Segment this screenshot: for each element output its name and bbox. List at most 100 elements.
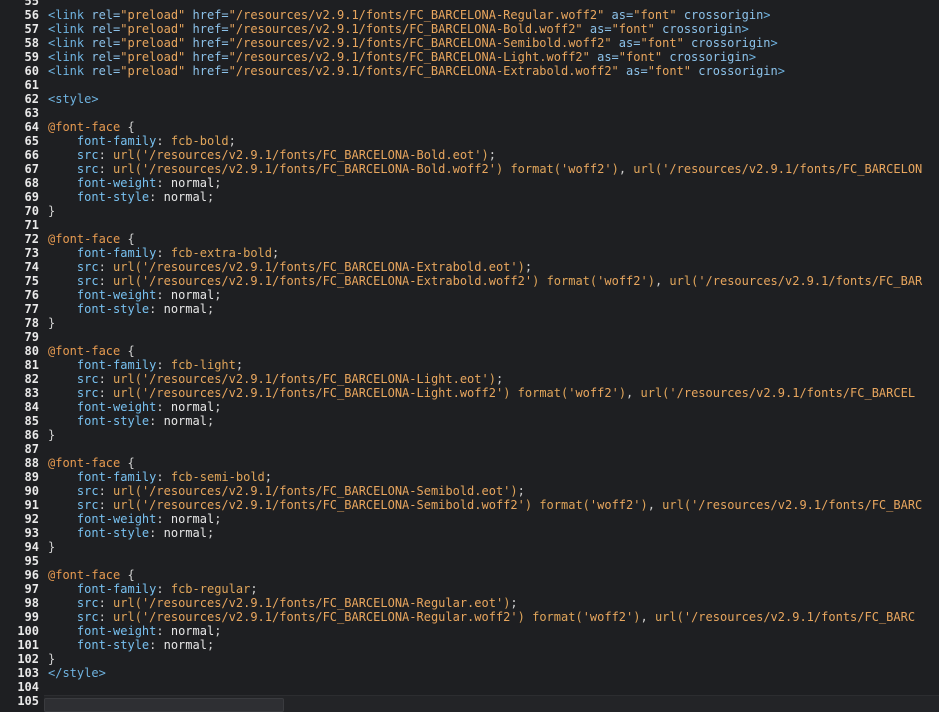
code-line[interactable]: 81 font-family: fcb-light;: [0, 358, 939, 372]
code-line[interactable]: 103 </style>: [0, 666, 939, 680]
code-token: {: [120, 120, 135, 134]
code-token: ;: [510, 596, 518, 610]
code-line[interactable]: 94}: [0, 540, 939, 554]
code-line[interactable]: 68 font-weight: normal;: [0, 176, 939, 190]
code-token: ;: [206, 638, 215, 652]
code-line[interactable]: 65 font-family: fcb-bold;: [0, 134, 939, 148]
code-line[interactable]: 55: [0, 0, 939, 8]
code-line[interactable]: 89 font-family: fcb-semi-bold;: [0, 470, 939, 484]
code-token: rel=: [84, 8, 121, 22]
code-line[interactable]: 100 font-weight: normal;: [0, 624, 939, 638]
code-line[interactable]: 66 src: url('/resources/v2.9.1/fonts/FC_…: [0, 148, 939, 162]
code-token: url(: [113, 610, 142, 624]
code-line[interactable]: 75 src: url('/resources/v2.9.1/fonts/FC_…: [0, 274, 939, 288]
code-token: @font-face: [48, 456, 121, 470]
code-line[interactable]: 61: [0, 78, 939, 92]
code-token: ): [640, 498, 648, 512]
code-token: ): [633, 610, 641, 624]
code-line[interactable]: 63: [0, 106, 939, 120]
line-number: 89: [24, 470, 39, 484]
code-area[interactable]: 55 56 <link rel="preload" href="/resources…: [0, 0, 939, 708]
code-line[interactable]: 64 @font-face {: [0, 120, 939, 134]
code-token: <link: [48, 64, 85, 78]
code-token: "/resources/v2.9.1/fonts/FC_BARCELONA-Re…: [228, 8, 605, 22]
code-line[interactable]: 72 @font-face {: [0, 232, 939, 246]
line-number: 93: [24, 526, 39, 540]
code-token: :: [98, 148, 114, 162]
code-token: normal: [163, 526, 207, 540]
code-token: font-weight: [76, 512, 157, 526]
code-line[interactable]: 62 <style>: [0, 92, 939, 106]
code-line[interactable]: 69 font-style: normal;: [0, 190, 939, 204]
code-line[interactable]: 79: [0, 330, 939, 344]
code-token: '/resources/v2.9.1/fonts/FC_BARCELONA-Ex…: [141, 274, 533, 288]
code-token: url(: [662, 498, 692, 512]
code-line[interactable]: 96 @font-face {: [0, 568, 939, 582]
code-line[interactable]: 80 @font-face {: [0, 344, 939, 358]
code-token: <link: [48, 22, 85, 36]
code-token: :: [149, 638, 164, 652]
code-line[interactable]: 56 <link rel="preload" href="/resources/v…: [0, 8, 939, 22]
line-text: @font-face {: [39, 232, 939, 246]
code-token: href=: [185, 36, 229, 50]
code-line[interactable]: 76 font-weight: normal;: [0, 288, 939, 302]
code-token: '/resources/v2.9.1/fonts/FC_BARCELONA-Li…: [141, 372, 489, 386]
line-number: 82: [24, 372, 39, 386]
code-line[interactable]: 59 <link rel="preload" href="/resources/v…: [0, 50, 939, 64]
code-line[interactable]: 87: [0, 442, 939, 456]
line-number: 74: [24, 260, 39, 274]
line-text: [39, 218, 939, 232]
code-line[interactable]: 97 font-family: fcb-regular;: [0, 582, 939, 596]
code-token: "/resources/v2.9.1/fonts/FC_BARCELONA-Ex…: [228, 64, 619, 78]
code-line[interactable]: 88 @font-face {: [0, 456, 939, 470]
code-line[interactable]: 82 src: url('/resources/v2.9.1/fonts/FC_…: [0, 372, 939, 386]
code-line[interactable]: 83 src: url('/resources/v2.9.1/fonts/FC_…: [0, 386, 939, 400]
code-line[interactable]: 98 src: url('/resources/v2.9.1/fonts/FC_…: [0, 596, 939, 610]
code-line[interactable]: 85 font-style: normal;: [0, 414, 939, 428]
code-token: src: [76, 386, 99, 400]
scrollbar-thumb[interactable]: [44, 698, 284, 712]
code-line[interactable]: 78}: [0, 316, 939, 330]
code-token: normal: [170, 624, 215, 638]
code-line[interactable]: 57 <link rel="preload" href="/resources/v…: [0, 22, 939, 36]
horizontal-scrollbar[interactable]: [44, 695, 939, 712]
line-number: 95: [24, 554, 39, 568]
code-token: font-style: [76, 302, 150, 316]
code-line[interactable]: 93 font-style: normal;: [0, 526, 939, 540]
code-line[interactable]: 58 <link rel="preload" href="/resources/v…: [0, 36, 939, 50]
code-line[interactable]: 70}: [0, 204, 939, 218]
code-line[interactable]: 84 font-weight: normal;: [0, 400, 939, 414]
code-token: '/resources/v2.9.1/fonts/FC_BARCELONA-Bo…: [141, 148, 482, 162]
line-text: @font-face {: [39, 456, 939, 470]
code-line[interactable]: 77 font-style: normal;: [0, 302, 939, 316]
code-line[interactable]: 67 src: url('/resources/v2.9.1/fonts/FC_…: [0, 162, 939, 176]
code-line[interactable]: 86}: [0, 428, 939, 442]
code-token: href=: [185, 22, 229, 36]
code-token: "preload": [120, 64, 186, 78]
code-token: >: [748, 50, 757, 64]
code-line[interactable]: 71: [0, 218, 939, 232]
code-line[interactable]: 60 <link rel="preload" href="/resources/v…: [0, 64, 939, 78]
line-number: 97: [24, 582, 39, 596]
code-line[interactable]: 90 src: url('/resources/v2.9.1/fonts/FC_…: [0, 484, 939, 498]
line-number: 101: [17, 638, 39, 652]
code-line[interactable]: 92 font-weight: normal;: [0, 512, 939, 526]
code-token: crossorigin: [654, 22, 742, 36]
code-token: :: [156, 512, 171, 526]
code-line[interactable]: 91 src: url('/resources/v2.9.1/fonts/FC_…: [0, 498, 939, 512]
code-token: font-family: [76, 246, 157, 260]
code-token: :: [98, 386, 114, 400]
code-line[interactable]: 104: [0, 680, 939, 694]
code-token: url(: [640, 386, 670, 400]
line-number: 103: [17, 666, 39, 680]
code-token: }: [48, 540, 56, 554]
code-editor[interactable]: 55 56 <link rel="preload" href="/resources…: [0, 0, 939, 712]
code-line[interactable]: 95: [0, 554, 939, 568]
code-line[interactable]: 102}: [0, 652, 939, 666]
code-line[interactable]: 74 src: url('/resources/v2.9.1/fonts/FC_…: [0, 260, 939, 274]
code-line[interactable]: 101 font-style: normal;: [0, 638, 939, 652]
code-line[interactable]: 99 src: url('/resources/v2.9.1/fonts/FC_…: [0, 610, 939, 624]
code-line[interactable]: 73 font-family: fcb-extra-bold;: [0, 246, 939, 260]
code-token: fcb-semi-bold: [170, 470, 265, 484]
